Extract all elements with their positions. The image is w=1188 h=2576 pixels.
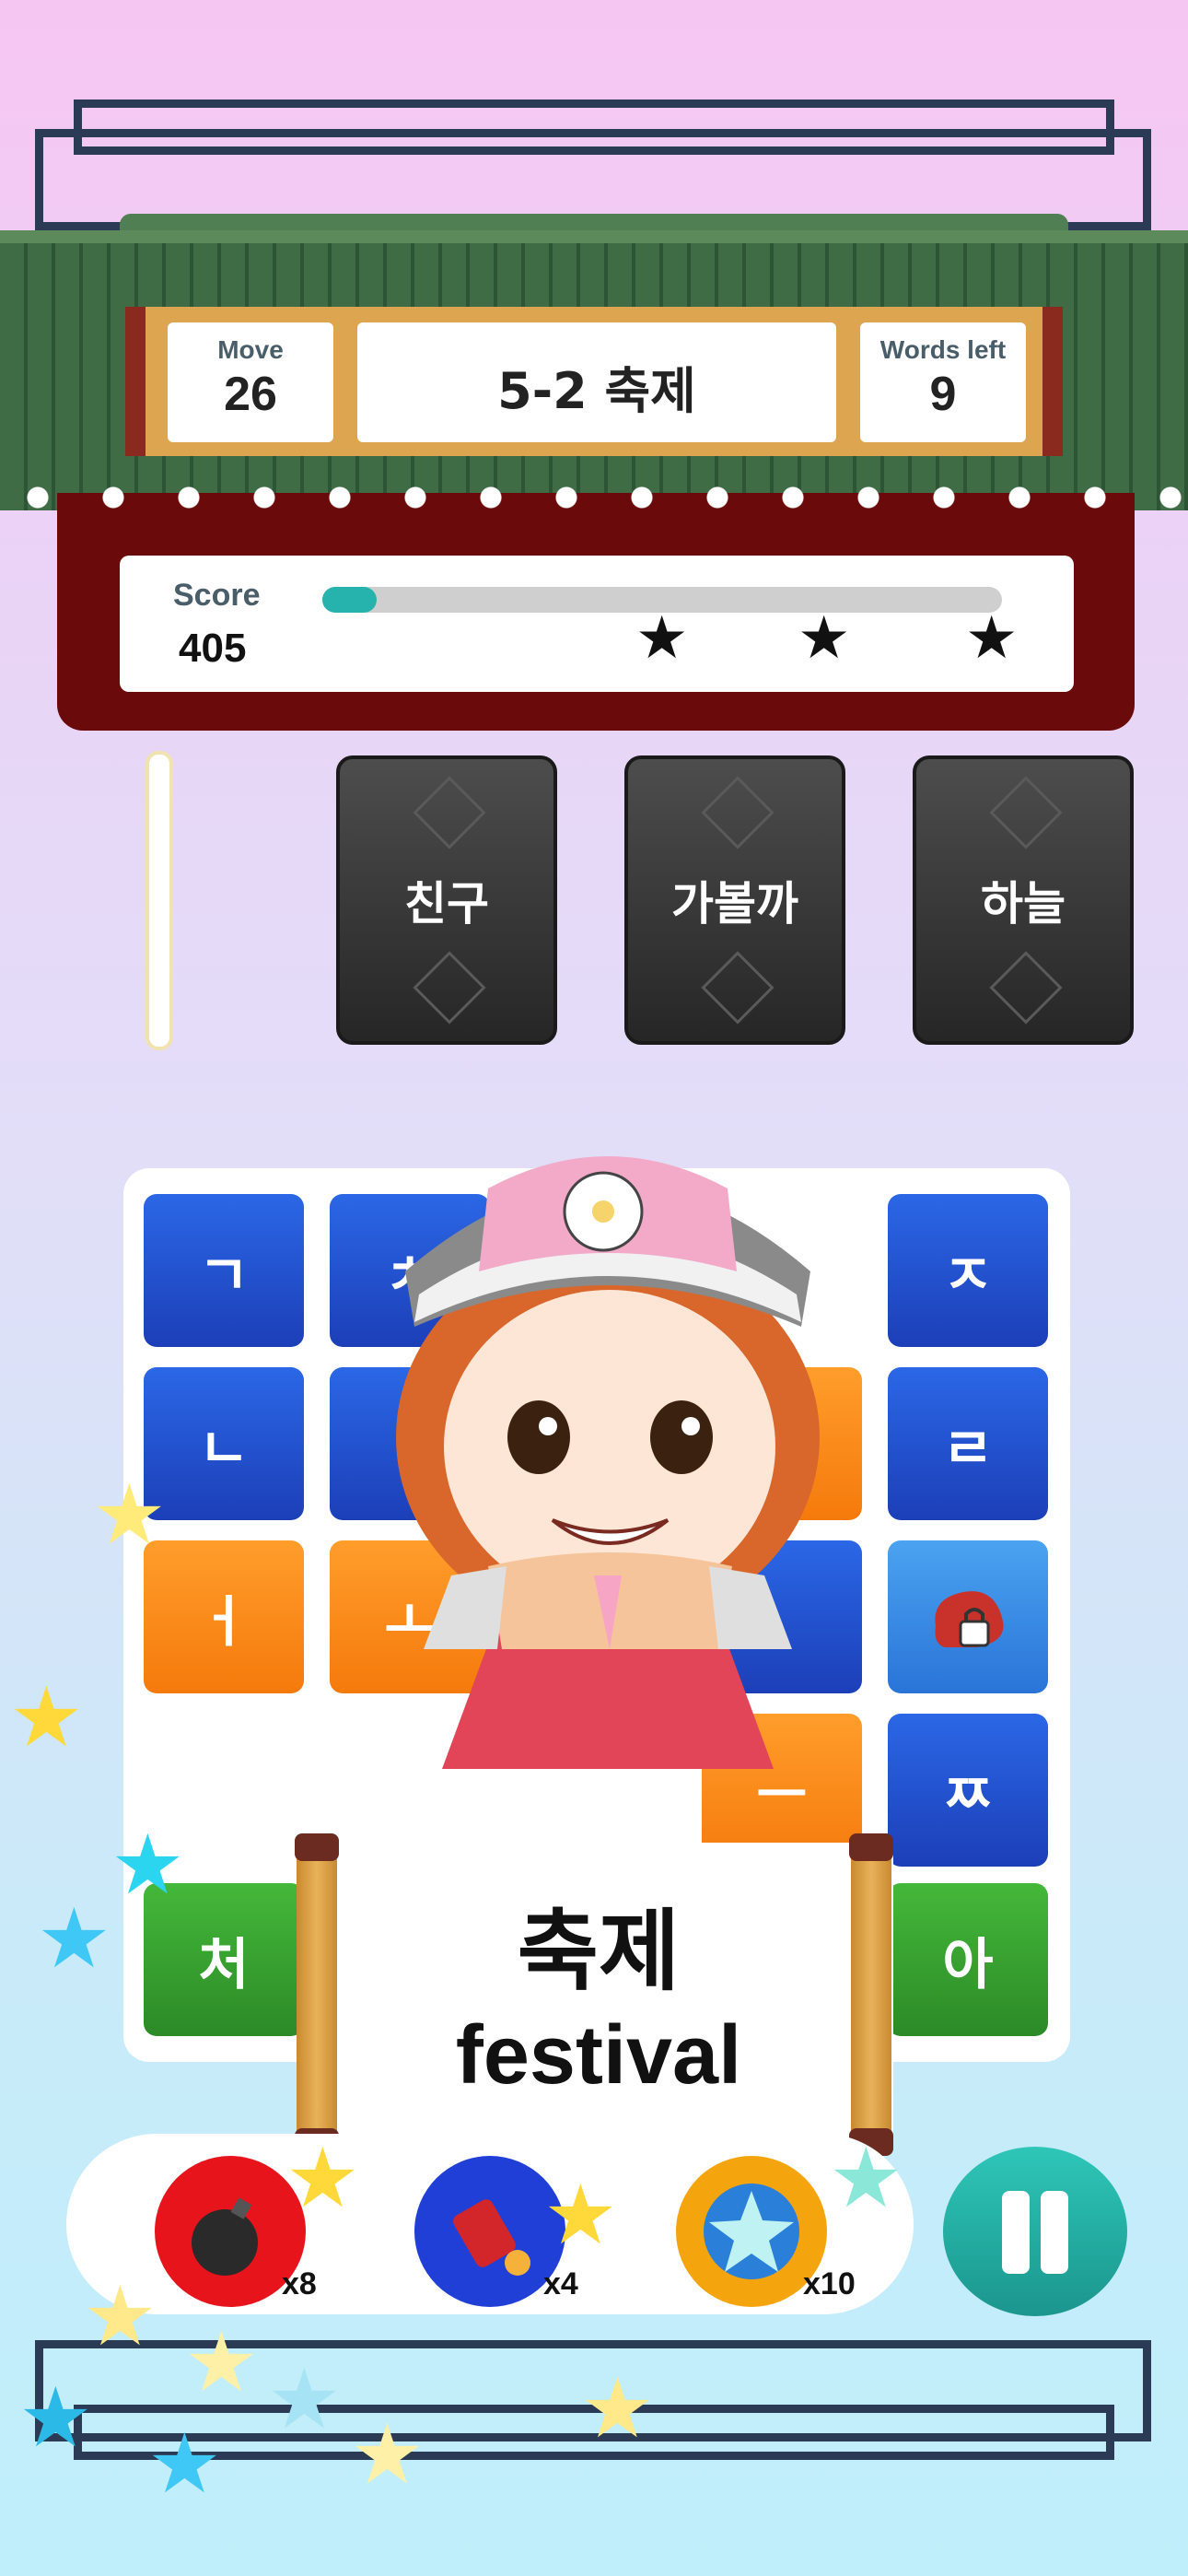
popup-korean-word: 축제 (517, 1900, 681, 2003)
letter-tile[interactable]: ㄱ (144, 1194, 304, 1347)
confetti-star-icon: ★ (184, 2314, 259, 2411)
top-frame-inner (74, 100, 1114, 155)
move-value: 26 (224, 368, 277, 421)
letter-tile[interactable]: ㅓ (144, 1540, 304, 1693)
word-card-label: 하늘 (981, 877, 1066, 931)
word-card-label: 친구 (404, 877, 489, 931)
words-left-counter: Words left 9 (860, 322, 1026, 442)
words-left-label: Words left (879, 335, 1007, 364)
scroll-rod-left (295, 1833, 339, 2156)
score-value: 405 (179, 626, 247, 671)
star-icon: ★ (635, 604, 689, 673)
tile-letter: ㅉ (942, 1762, 994, 1828)
tile-letter: 처 (198, 1932, 250, 1997)
letter-tile[interactable]: ㅈ (888, 1194, 1048, 1347)
word-popup-scroll: 축제 festival (304, 1843, 893, 2147)
progress-meter (146, 751, 173, 1050)
letter-tile[interactable]: 아 (888, 1883, 1048, 2036)
diamond-ornament-icon (989, 951, 1063, 1025)
move-label: Move (217, 335, 284, 364)
hanbok-girl-character (396, 1156, 820, 1769)
word-card[interactable]: 가볼까 (624, 755, 845, 1045)
letter-tile[interactable]: ㄴ (144, 1367, 304, 1520)
score-progress-fill (322, 587, 378, 613)
diamond-ornament-icon (413, 951, 486, 1025)
confetti-star-icon: ★ (111, 1817, 185, 1914)
confetti-star-icon: ★ (18, 2370, 93, 2466)
tile-letter: ㅓ (198, 1589, 250, 1655)
lock-icon (935, 1591, 1004, 1647)
confetti-star-icon: ★ (267, 2351, 342, 2448)
diamond-ornament-icon (701, 951, 775, 1025)
popup-english-word: festival (455, 2009, 742, 2102)
confetti-star-icon: ★ (580, 2360, 655, 2457)
star-icon: ★ (965, 604, 1019, 673)
score-panel: Score 405 ★ ★ ★ (120, 556, 1074, 692)
level-title-box: 5-2 축제 (357, 322, 836, 442)
star-icon: ★ (798, 604, 851, 673)
letter-tile[interactable]: ㅉ (888, 1714, 1048, 1867)
star-count: x10 (803, 2266, 856, 2301)
confetti-star-icon: ★ (543, 2167, 618, 2264)
confetti-star-icon: ★ (9, 1669, 84, 1766)
word-card-label: 가볼까 (671, 877, 798, 931)
move-counter: Move 26 (168, 322, 333, 442)
tile-letter: ㄴ (198, 1416, 250, 1481)
confetti-star-icon: ★ (285, 2130, 360, 2227)
level-title: 5-2 축제 (497, 362, 696, 420)
roof-dots (0, 479, 1188, 516)
locked-tile[interactable] (888, 1540, 1048, 1693)
diamond-ornament-icon (413, 776, 486, 849)
word-card[interactable]: 하늘 (913, 755, 1134, 1045)
letter-tile[interactable]: ㄹ (888, 1367, 1048, 1520)
tile-letter: ㅈ (942, 1243, 994, 1308)
confetti-star-icon: ★ (37, 1891, 111, 1987)
tile-letter: ㄹ (942, 1416, 994, 1481)
words-left-value: 9 (929, 368, 957, 421)
confetti-star-icon: ★ (829, 2130, 903, 2227)
diamond-ornament-icon (989, 776, 1063, 849)
bomb-count: x8 (282, 2266, 317, 2301)
word-card[interactable]: 친구 (336, 755, 557, 1045)
score-label: Score (173, 578, 261, 613)
pause-button[interactable] (943, 2147, 1127, 2316)
diamond-ornament-icon (701, 776, 775, 849)
tile-letter: ㄱ (198, 1243, 250, 1308)
confetti-star-icon: ★ (147, 2416, 222, 2512)
confetti-star-icon: ★ (92, 1467, 167, 1563)
scroll-rod-right (849, 1833, 893, 2156)
confetti-star-icon: ★ (83, 2268, 157, 2365)
rocket-count: x4 (543, 2266, 578, 2301)
confetti-star-icon: ★ (350, 2406, 425, 2503)
tile-letter: 아 (942, 1932, 994, 1997)
